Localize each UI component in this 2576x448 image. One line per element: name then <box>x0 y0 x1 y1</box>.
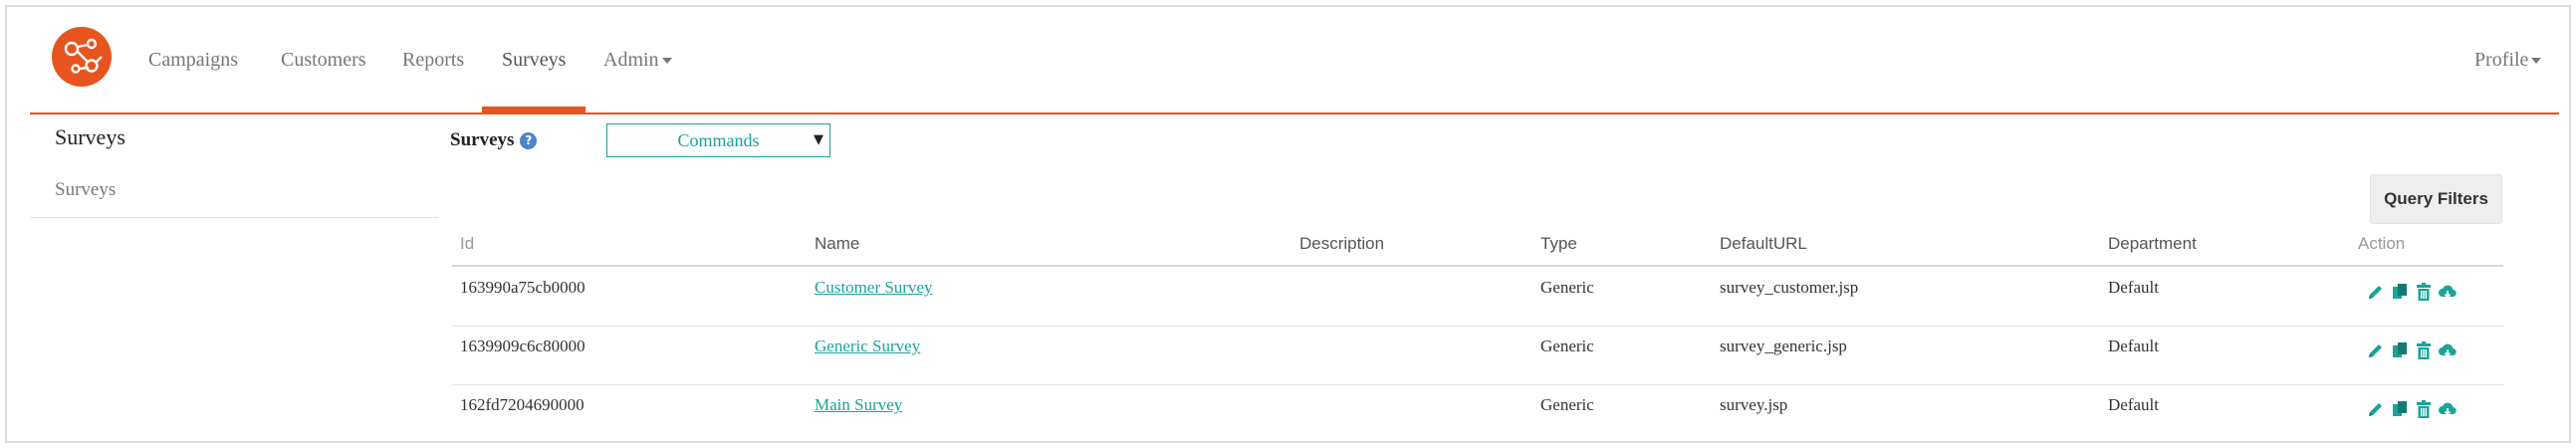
cell-id: 163990a75cb0000 <box>460 278 585 297</box>
cell-department: Default <box>2108 336 2159 355</box>
nav-customers-label: Customers <box>281 49 366 71</box>
nav-profile[interactable]: Profile <box>2474 7 2542 112</box>
cell-id: 162fd7204690000 <box>460 395 585 414</box>
row-divider <box>452 326 2503 327</box>
top-navbar: Campaigns Customers Reports Surveys Admi… <box>7 7 2569 112</box>
page-title-text: Surveys <box>450 129 515 150</box>
nav-admin-label: Admin <box>603 49 659 71</box>
survey-name-link[interactable]: Generic Survey <box>815 336 920 356</box>
nav-surveys-label: Surveys <box>502 49 567 71</box>
edit-icon[interactable] <box>2366 282 2386 302</box>
column-header-type[interactable]: Type <box>1540 234 1577 254</box>
cell-id: 1639909c6c80000 <box>460 336 585 355</box>
chevron-down-icon <box>2531 58 2542 65</box>
row-actions <box>2366 282 2458 302</box>
cell-department: Default <box>2108 395 2159 414</box>
nav-customers[interactable]: Customers <box>281 7 366 112</box>
nav-profile-label: Profile <box>2474 49 2529 71</box>
sidebar-title: Surveys <box>55 124 125 149</box>
nav-reports[interactable]: Reports <box>402 7 464 112</box>
cell-department: Default <box>2108 278 2159 297</box>
edit-icon[interactable] <box>2366 340 2386 360</box>
sidebar-divider <box>30 217 438 218</box>
column-header-description[interactable]: Description <box>1299 234 1384 254</box>
table-header-divider <box>452 265 2503 267</box>
cell-type: Generic <box>1540 336 1594 355</box>
download-icon[interactable] <box>2438 399 2458 419</box>
cell-defaulturl: survey_customer.jsp <box>1720 278 1859 297</box>
sidebar-item-surveys[interactable]: Surveys <box>55 179 116 201</box>
survey-name-link[interactable]: Customer Survey <box>815 278 933 298</box>
copy-icon[interactable] <box>2390 399 2410 419</box>
help-icon[interactable]: ? <box>520 132 538 150</box>
brand-logo-icon[interactable] <box>52 27 112 87</box>
nav-admin[interactable]: Admin <box>603 7 672 112</box>
column-header-department[interactable]: Department <box>2108 234 2197 254</box>
delete-icon[interactable] <box>2414 282 2434 302</box>
nav-surveys[interactable]: Surveys <box>482 7 586 112</box>
commands-dropdown[interactable]: Commands ▼ <box>606 123 830 157</box>
download-icon[interactable] <box>2438 340 2458 360</box>
column-header-defaulturl[interactable]: DefaultURL <box>1720 234 1807 254</box>
cell-type: Generic <box>1540 278 1594 297</box>
app-window: Campaigns Customers Reports Surveys Admi… <box>5 5 2571 443</box>
nav-divider <box>30 112 2559 114</box>
nav-reports-label: Reports <box>402 49 465 71</box>
row-divider <box>452 384 2503 385</box>
page-title: Surveys? <box>450 129 538 151</box>
survey-name-link[interactable]: Main Survey <box>815 395 902 415</box>
cell-defaulturl: survey.jsp <box>1720 395 1788 414</box>
cell-defaulturl: survey_generic.jsp <box>1720 336 1847 355</box>
nav-campaigns-label: Campaigns <box>148 49 238 71</box>
commands-label: Commands <box>677 130 760 150</box>
row-actions <box>2366 399 2458 419</box>
delete-icon[interactable] <box>2414 340 2434 360</box>
cell-type: Generic <box>1540 395 1594 414</box>
column-header-id[interactable]: Id <box>460 234 474 254</box>
row-actions <box>2366 340 2458 360</box>
query-filters-button[interactable]: Query Filters <box>2370 174 2502 224</box>
dropdown-arrow-icon: ▼ <box>814 132 823 147</box>
copy-icon[interactable] <box>2390 340 2410 360</box>
nav-campaigns[interactable]: Campaigns <box>148 7 238 112</box>
column-header-action: Action <box>2358 234 2406 253</box>
copy-icon[interactable] <box>2390 282 2410 302</box>
download-icon[interactable] <box>2438 282 2458 302</box>
chevron-down-icon <box>661 58 672 65</box>
edit-icon[interactable] <box>2366 399 2386 419</box>
delete-icon[interactable] <box>2414 399 2434 419</box>
column-header-name[interactable]: Name <box>815 234 859 254</box>
